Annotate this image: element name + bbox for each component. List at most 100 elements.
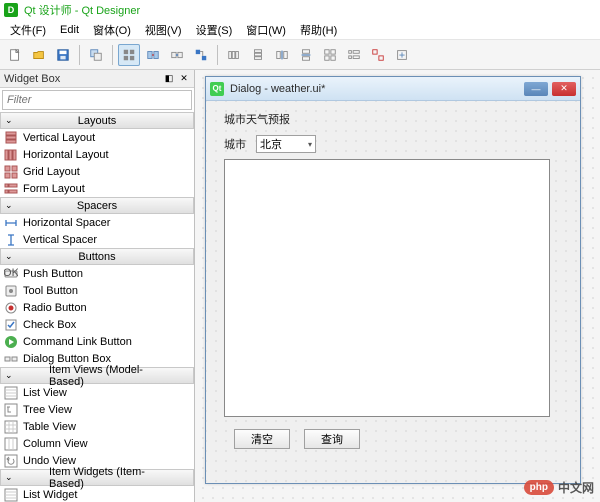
city-select[interactable]: 北京 ▾ <box>256 135 316 153</box>
menu-view[interactable]: 视图(V) <box>139 20 188 40</box>
toolbar <box>0 40 600 70</box>
radio-button-icon <box>4 301 18 315</box>
widget-box-title: Widget Box <box>4 73 60 85</box>
widget-box-header: Widget Box ◧ ✕ <box>0 70 194 88</box>
category-layouts[interactable]: ⌄Layouts <box>0 112 194 129</box>
widget-horizontal-spacer[interactable]: Horizontal Spacer <box>0 214 194 231</box>
widget-push-button[interactable]: OKPush Button <box>0 265 194 282</box>
form-layout-icon <box>4 182 18 196</box>
toolbar-separator <box>112 45 113 65</box>
widget-column-view[interactable]: Column View <box>0 435 194 452</box>
list-widget-icon <box>4 488 18 502</box>
menu-form[interactable]: 窗体(O) <box>87 20 137 40</box>
widget-vertical-layout[interactable]: Vertical Layout <box>0 129 194 146</box>
dock-close-icon[interactable]: ✕ <box>178 73 190 85</box>
query-button[interactable]: 查询 <box>304 429 360 449</box>
widget-form-layout[interactable]: Form Layout <box>0 180 194 197</box>
dialog-body[interactable]: 城市天气预报 城市 北京 ▾ 清空 查询 <box>206 101 580 483</box>
chevron-down-icon: ▾ <box>308 140 312 149</box>
toolbar-edit-tab-order-icon[interactable] <box>190 44 212 66</box>
toolbar-layout-vertical-icon[interactable] <box>247 44 269 66</box>
weather-text-area[interactable] <box>224 159 550 417</box>
toolbar-edit-buddies-icon[interactable] <box>166 44 188 66</box>
dialog-title: Dialog - weather.ui* <box>230 83 518 95</box>
watermark-badge: php <box>524 480 554 495</box>
dock-float-icon[interactable]: ◧ <box>163 73 175 85</box>
clear-button[interactable]: 清空 <box>234 429 290 449</box>
menu-settings[interactable]: 设置(S) <box>190 20 239 40</box>
design-canvas[interactable]: Qt Dialog - weather.ui* — ✕ 城市天气预报 城市 北京… <box>195 70 600 502</box>
undo-view-icon <box>4 454 18 468</box>
qt-designer-app-icon: D <box>4 3 18 17</box>
widget-check-box[interactable]: Check Box <box>0 316 194 333</box>
push-button-icon: OK <box>4 267 18 281</box>
check-box-icon <box>4 318 18 332</box>
toolbar-layout-form-icon[interactable] <box>343 44 365 66</box>
toolbar-send-back-icon[interactable] <box>85 44 107 66</box>
watermark: php 中文网 <box>524 479 594 496</box>
form-heading: 城市天气预报 <box>224 111 562 127</box>
dialog-window[interactable]: Qt Dialog - weather.ui* — ✕ 城市天气预报 城市 北京… <box>205 76 581 484</box>
widget-command-link-button[interactable]: Command Link Button <box>0 333 194 350</box>
category-item-views[interactable]: ⌄Item Views (Model-Based) <box>0 367 194 384</box>
chevron-down-icon: ⌄ <box>5 251 13 262</box>
table-view-icon <box>4 420 18 434</box>
widget-tool-button[interactable]: Tool Button <box>0 282 194 299</box>
widget-radio-button[interactable]: Radio Button <box>0 299 194 316</box>
tree-view-icon <box>4 403 18 417</box>
toolbar-edit-widgets-icon[interactable] <box>118 44 140 66</box>
toolbar-adjust-size-icon[interactable] <box>391 44 413 66</box>
city-select-value: 北京 <box>260 136 282 152</box>
menubar: 文件(F) Edit 窗体(O) 视图(V) 设置(S) 窗口(W) 帮助(H) <box>0 20 600 40</box>
window-minimize-button[interactable]: — <box>524 82 548 96</box>
toolbar-break-layout-icon[interactable] <box>367 44 389 66</box>
widget-box-filter-input[interactable] <box>2 90 192 110</box>
widget-grid-layout[interactable]: Grid Layout <box>0 163 194 180</box>
chevron-down-icon: ⌄ <box>5 370 13 381</box>
horizontal-spacer-icon <box>4 216 18 230</box>
command-link-icon <box>4 335 18 349</box>
grid-layout-icon <box>4 165 18 179</box>
dialog-titlebar[interactable]: Qt Dialog - weather.ui* — ✕ <box>206 77 580 101</box>
toolbar-separator <box>217 45 218 65</box>
watermark-text: 中文网 <box>558 479 594 496</box>
widget-table-view[interactable]: Table View <box>0 418 194 435</box>
app-title: Qt 设计师 - Qt Designer <box>24 2 140 18</box>
category-item-widgets[interactable]: ⌄Item Widgets (Item-Based) <box>0 469 194 486</box>
svg-text:OK: OK <box>4 267 18 279</box>
list-view-icon <box>4 386 18 400</box>
category-spacers[interactable]: ⌄Spacers <box>0 197 194 214</box>
dialog-button-box-icon <box>4 352 18 366</box>
toolbar-save-icon[interactable] <box>52 44 74 66</box>
column-view-icon <box>4 437 18 451</box>
toolbar-layout-grid-icon[interactable] <box>319 44 341 66</box>
tool-button-icon <box>4 284 18 298</box>
toolbar-open-icon[interactable] <box>28 44 50 66</box>
menu-window[interactable]: 窗口(W) <box>240 20 292 40</box>
toolbar-new-icon[interactable] <box>4 44 26 66</box>
menu-help[interactable]: 帮助(H) <box>294 20 343 40</box>
chevron-down-icon: ⌄ <box>5 472 13 483</box>
toolbar-edit-signals-icon[interactable] <box>142 44 164 66</box>
toolbar-layout-vsplitter-icon[interactable] <box>295 44 317 66</box>
chevron-down-icon: ⌄ <box>5 200 13 211</box>
qt-logo-icon: Qt <box>210 82 224 96</box>
city-label: 城市 <box>224 136 246 152</box>
horizontal-layout-icon <box>4 148 18 162</box>
chevron-down-icon: ⌄ <box>5 115 13 126</box>
vertical-layout-icon <box>4 131 18 145</box>
toolbar-layout-horizontal-icon[interactable] <box>223 44 245 66</box>
widget-horizontal-layout[interactable]: Horizontal Layout <box>0 146 194 163</box>
widget-tree-view[interactable]: Tree View <box>0 401 194 418</box>
vertical-spacer-icon <box>4 233 18 247</box>
widget-vertical-spacer[interactable]: Vertical Spacer <box>0 231 194 248</box>
widget-box-tree[interactable]: ⌄Layouts Vertical Layout Horizontal Layo… <box>0 112 194 502</box>
menu-edit[interactable]: Edit <box>54 22 85 38</box>
window-close-button[interactable]: ✕ <box>552 82 576 96</box>
category-buttons[interactable]: ⌄Buttons <box>0 248 194 265</box>
toolbar-separator <box>79 45 80 65</box>
widget-box-panel: Widget Box ◧ ✕ ⌄Layouts Vertical Layout … <box>0 70 195 502</box>
menu-file[interactable]: 文件(F) <box>4 20 52 40</box>
app-titlebar: D Qt 设计师 - Qt Designer <box>0 0 600 20</box>
toolbar-layout-hsplitter-icon[interactable] <box>271 44 293 66</box>
